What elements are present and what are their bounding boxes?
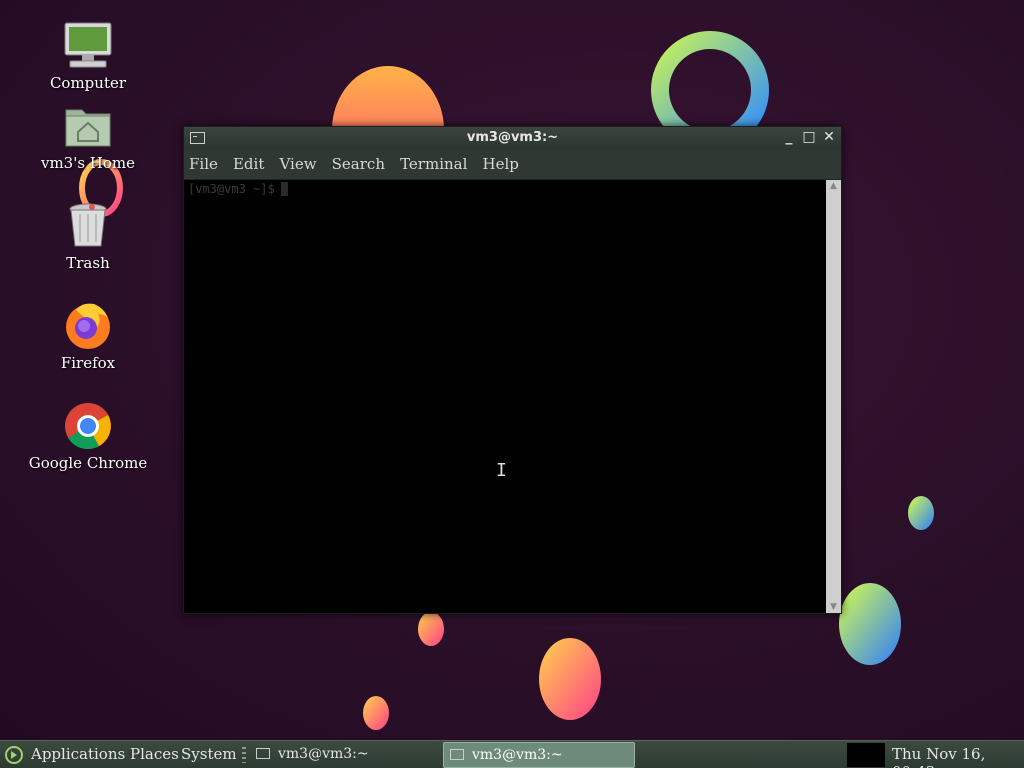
menu-view[interactable]: View — [274, 155, 321, 173]
desktop-icon-label: Trash — [66, 254, 110, 272]
taskbar-item[interactable]: vm3@vm3:~ — [250, 742, 440, 766]
maximize-button[interactable]: □ — [801, 129, 817, 145]
menu-bar: File Edit View Search Terminal Help — [184, 149, 841, 180]
terminal-icon — [256, 748, 270, 759]
chrome-icon — [65, 403, 111, 450]
terminal-icon — [450, 749, 464, 760]
firefox-icon — [66, 303, 110, 349]
bottom-panel: Applications Places System vm3@vm3:~ vm3… — [0, 740, 1024, 768]
window-titlebar[interactable]: vm3@vm3:~ _ □ ✕ — [184, 127, 841, 149]
taskbar-item-label: vm3@vm3:~ — [472, 747, 563, 763]
menu-help[interactable]: Help — [477, 155, 523, 173]
home-folder-icon — [65, 109, 111, 147]
minimize-button[interactable]: _ — [781, 129, 797, 145]
desktop-icon-chrome[interactable]: Google Chrome — [18, 400, 158, 472]
applications-menu[interactable]: Applications — [31, 745, 125, 763]
panel-drag-handle[interactable] — [242, 747, 246, 763]
system-menu[interactable]: System — [181, 745, 237, 763]
terminal-output[interactable]: [vm3@vm3 ~]$ — [184, 180, 826, 613]
close-button[interactable]: ✕ — [821, 129, 837, 145]
desktop-icon-label: Firefox — [60, 354, 116, 372]
shell-prompt: [vm3@vm3 ~]$ — [188, 182, 288, 196]
mouse-ibeam-icon: I — [496, 460, 507, 481]
desktop-icon-firefox[interactable]: Firefox — [18, 300, 158, 372]
desktop-icon-home[interactable]: vm3's Home — [18, 100, 158, 172]
menu-search[interactable]: Search — [327, 155, 390, 173]
desktop-icon-computer[interactable]: Computer — [18, 20, 158, 92]
distro-logo-icon[interactable] — [4, 745, 24, 765]
show-desktop-button[interactable] — [847, 743, 885, 767]
text-cursor — [280, 182, 288, 196]
clock[interactable]: Thu Nov 16, 00:43 — [892, 745, 1024, 768]
window-title: vm3@vm3:~ — [466, 130, 559, 145]
menu-edit[interactable]: Edit — [228, 155, 269, 173]
computer-icon — [64, 22, 112, 68]
menu-terminal[interactable]: Terminal — [395, 155, 472, 173]
desktop-icon-label: Computer — [49, 74, 127, 92]
desktop-icon-label: Google Chrome — [28, 454, 148, 472]
menu-file[interactable]: File — [184, 155, 223, 173]
places-menu[interactable]: Places — [130, 745, 179, 763]
desktop-icon-trash[interactable]: Trash — [18, 200, 158, 272]
trash-icon — [69, 203, 107, 247]
scroll-up-arrow[interactable]: ▲ — [826, 180, 841, 192]
taskbar-item-active[interactable]: vm3@vm3:~ — [443, 742, 635, 768]
scroll-down-arrow[interactable]: ▼ — [826, 601, 841, 613]
desktop: Computer vm3's Home Trash Firefox Google… — [0, 0, 1024, 740]
scrollbar[interactable]: ▲ ▼ — [826, 180, 841, 613]
taskbar-item-label: vm3@vm3:~ — [278, 746, 369, 762]
prompt-text: [vm3@vm3 ~]$ — [188, 182, 275, 196]
desktop-icon-label: vm3's Home — [40, 154, 136, 172]
terminal-window[interactable]: vm3@vm3:~ _ □ ✕ File Edit View Search Te… — [183, 126, 842, 614]
